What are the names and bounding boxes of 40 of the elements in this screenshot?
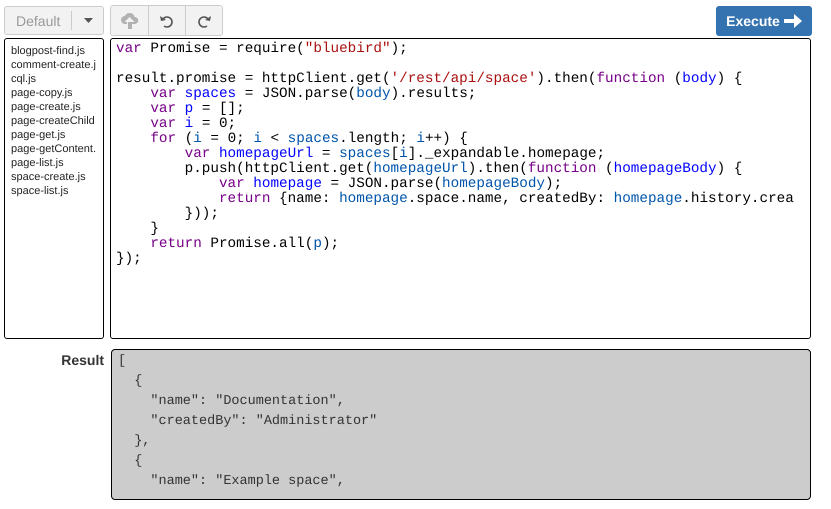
code-line: result.promise = httpClient.get('/rest/api/space').then(function (body) { bbox=[116, 72, 744, 87]
file-item[interactable]: blogpost-find.js bbox=[11, 44, 103, 58]
code-line: return {name: homepage.space.name, createdBy: homepage.history.crea bbox=[218, 192, 795, 207]
code-line: var spaces = JSON.parse(body).results; bbox=[149, 87, 478, 102]
file-item[interactable]: page-get.js bbox=[11, 128, 103, 142]
file-item[interactable]: page-copy.js bbox=[11, 86, 103, 100]
code-line: var i = 0; bbox=[149, 117, 238, 132]
code-line: })); bbox=[184, 207, 220, 222]
code-line: p.push(httpClient.get(homepageUrl).then(function (homepageBody) { bbox=[184, 162, 744, 177]
file-item[interactable]: comment-create.j bbox=[11, 58, 103, 72]
code-line: var homepageUrl = spaces[i]._expandable.homepage; bbox=[184, 147, 606, 162]
file-item[interactable]: space-create.js bbox=[11, 170, 103, 184]
code-line: for (i = 0; i < spaces.length; i++) { bbox=[149, 132, 468, 147]
code-editor[interactable] bbox=[110, 38, 811, 339]
result-line: [ bbox=[118, 353, 128, 371]
execute-button[interactable]: Execute bbox=[716, 6, 812, 36]
code-line: var homepage = JSON.parse(homepageBody); bbox=[218, 177, 562, 192]
result-line: { bbox=[133, 373, 144, 391]
file-item[interactable]: page-getContent. bbox=[11, 142, 103, 156]
result-line: "createdBy": "Administrator" bbox=[149, 413, 378, 431]
result-label: Result bbox=[60, 351, 104, 370]
cloud-upload-icon bbox=[120, 12, 140, 30]
file-item[interactable]: page-create.js bbox=[11, 100, 103, 114]
result-line: }, bbox=[133, 433, 152, 451]
file-item[interactable]: page-createChild bbox=[11, 114, 103, 128]
result-line: { bbox=[133, 453, 144, 471]
file-item[interactable]: page-list.js bbox=[11, 156, 103, 170]
code-line: }); bbox=[116, 252, 143, 267]
result-line: "name": "Example space", bbox=[149, 473, 346, 491]
code-line: var p = []; bbox=[149, 102, 246, 117]
redo-button[interactable] bbox=[185, 6, 222, 35]
code-line: return Promise.all(p); bbox=[149, 237, 340, 252]
arrow-right-icon bbox=[784, 14, 802, 28]
code-line: var Promise = require("bluebird"); bbox=[116, 42, 409, 57]
file-item[interactable]: space-list.js bbox=[11, 184, 103, 198]
file-item[interactable]: cql.js bbox=[11, 72, 103, 86]
undo-button[interactable] bbox=[148, 6, 186, 35]
caret-icon bbox=[84, 18, 94, 23]
result-line: "name": "Documentation", bbox=[149, 393, 346, 411]
code-line: } bbox=[149, 222, 160, 237]
